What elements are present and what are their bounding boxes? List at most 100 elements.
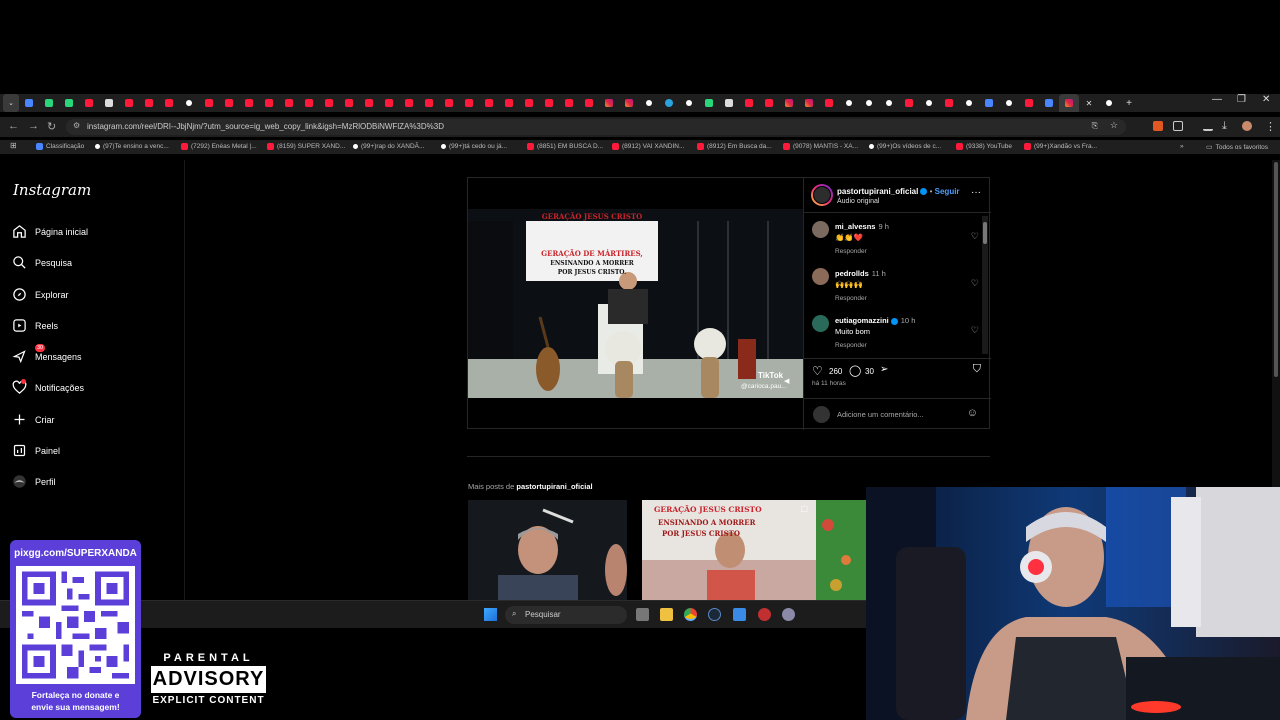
commenter-avatar[interactable]	[812, 268, 829, 285]
browser-tab[interactable]	[79, 94, 99, 112]
browser-tab[interactable]	[439, 94, 459, 112]
apps-icon[interactable]: ⊞	[10, 141, 17, 150]
browser-tab[interactable]	[799, 94, 819, 112]
browser-tab[interactable]	[759, 94, 779, 112]
commenter-name[interactable]: pedrollds	[835, 269, 869, 278]
browser-tab[interactable]	[1039, 94, 1059, 112]
browser-tab[interactable]	[59, 94, 79, 112]
commenter-name[interactable]: eutiagomazzini	[835, 316, 889, 325]
close-window-button[interactable]: ✕	[1262, 94, 1270, 105]
browser-tab[interactable]	[999, 94, 1019, 112]
browser-tab[interactable]	[259, 94, 279, 112]
browser-tab[interactable]	[99, 94, 119, 112]
author-avatar[interactable]	[811, 184, 833, 206]
close-tab-button[interactable]: ✕	[1079, 94, 1099, 112]
emoji-icon[interactable]: ☺	[967, 407, 978, 419]
browser-tab[interactable]	[159, 94, 179, 112]
site-info-icon[interactable]: ⚙	[73, 121, 80, 130]
media-control-icon[interactable]	[1203, 121, 1213, 131]
reel-video-player[interactable]: GERAÇÃO JESUS CRISTO GERAÇÃO DE MÁRTIRES…	[468, 209, 803, 398]
browser-tab[interactable]	[579, 94, 599, 112]
mute-icon[interactable]: ◀	[784, 377, 789, 385]
browser-tab[interactable]	[619, 94, 639, 112]
reply-button[interactable]: Responder	[835, 295, 867, 302]
like-comment-icon[interactable]: ♡	[971, 278, 979, 289]
tab-search-button[interactable]: ⌄	[3, 94, 19, 112]
browser-tab[interactable]	[39, 94, 59, 112]
browser-tab[interactable]	[839, 94, 859, 112]
browser-tab[interactable]	[899, 94, 919, 112]
download-icon[interactable]: ⤓	[1222, 120, 1227, 133]
minimize-button[interactable]: —	[1212, 94, 1222, 105]
post-author[interactable]: pastortupirani_oficial	[837, 187, 918, 196]
browser-tab[interactable]	[739, 94, 759, 112]
reply-button[interactable]: Responder	[835, 342, 867, 349]
bookmark-item[interactable]: Classificação	[36, 143, 84, 150]
post-thumbnail[interactable]	[468, 500, 627, 600]
browser-tab[interactable]	[419, 94, 439, 112]
sidebar-item-create[interactable]: Criar	[12, 412, 55, 427]
browser-tab[interactable]	[299, 94, 319, 112]
task-view-icon[interactable]	[636, 608, 649, 621]
browser-tab[interactable]	[859, 94, 879, 112]
comments-scrollbar[interactable]	[982, 216, 988, 354]
restore-button[interactable]: ❐	[1237, 94, 1246, 105]
bookmark-item[interactable]: (8912) Em Busca da...	[697, 143, 772, 150]
follow-button[interactable]: Seguir	[935, 187, 960, 196]
browser-tab[interactable]	[379, 94, 399, 112]
browser-tab[interactable]	[219, 94, 239, 112]
browser-tab[interactable]	[819, 94, 839, 112]
chrome-icon[interactable]	[684, 608, 697, 621]
share-icon[interactable]: ➢	[880, 364, 888, 375]
browser-tab[interactable]	[639, 94, 659, 112]
browser-tab[interactable]	[919, 94, 939, 112]
browser-tab[interactable]	[199, 94, 219, 112]
browser-tab[interactable]	[1019, 94, 1039, 112]
browser-tab[interactable]	[699, 94, 719, 112]
browser-tab[interactable]	[879, 94, 899, 112]
like-count[interactable]: 260	[829, 367, 842, 376]
extensions-puzzle-icon[interactable]	[1173, 121, 1183, 131]
profile-avatar[interactable]	[1242, 121, 1252, 131]
browser-tab[interactable]	[19, 94, 39, 112]
like-icon[interactable]: ♡	[812, 364, 823, 378]
browser-tab[interactable]	[479, 94, 499, 112]
audio-label[interactable]: Áudio original	[837, 198, 879, 205]
save-bookmark-icon[interactable]: ⛉	[973, 363, 981, 376]
back-button[interactable]: ←	[8, 120, 19, 132]
browser-tab[interactable]	[139, 94, 159, 112]
commenter-name[interactable]: mi_alvesns	[835, 222, 875, 231]
bookmark-item[interactable]: (97)Te ensino a venc...	[95, 143, 169, 150]
post-thumbnail[interactable]	[816, 500, 866, 600]
sidebar-item-messages[interactable]: 30 Mensagens	[12, 344, 82, 364]
sidebar-item-home[interactable]: Página inicial	[12, 224, 88, 239]
browser-tab[interactable]	[939, 94, 959, 112]
app-icon[interactable]	[758, 608, 771, 621]
bookmark-item[interactable]: (8159) SUPER XAND...	[267, 143, 345, 150]
bookmarks-overflow-button[interactable]: »	[1180, 143, 1184, 150]
browser-tab[interactable]	[359, 94, 379, 112]
settings-gear-icon[interactable]	[782, 608, 795, 621]
browser-tab[interactable]	[559, 94, 579, 112]
browser-tab[interactable]	[779, 94, 799, 112]
browser-tab[interactable]	[239, 94, 259, 112]
browser-tab[interactable]	[279, 94, 299, 112]
comment-icon[interactable]: ◯	[849, 364, 861, 377]
app-icon[interactable]	[733, 608, 746, 621]
reply-button[interactable]: Responder	[835, 248, 867, 255]
browser-tab[interactable]	[459, 94, 479, 112]
commenter-avatar[interactable]	[812, 315, 829, 332]
browser-tab[interactable]	[679, 94, 699, 112]
bookmark-item[interactable]: (7292) Enéas Metal |...	[181, 143, 257, 150]
reload-button[interactable]: ↻	[47, 120, 56, 133]
browser-tab[interactable]	[659, 94, 679, 112]
browser-tab[interactable]	[979, 94, 999, 112]
comment-input[interactable]: Adicione um comentário...	[837, 410, 924, 419]
browser-tab-active[interactable]	[1059, 94, 1079, 112]
browser-tab[interactable]	[719, 94, 739, 112]
star-icon[interactable]: ☆	[1110, 120, 1118, 131]
all-bookmarks-folder[interactable]: ▭ Todos os favoritos	[1206, 143, 1268, 152]
browser-tab[interactable]	[959, 94, 979, 112]
extension-icon[interactable]	[1153, 121, 1163, 131]
bookmark-item[interactable]: (99+)rap do XANDÃ...	[353, 143, 424, 150]
